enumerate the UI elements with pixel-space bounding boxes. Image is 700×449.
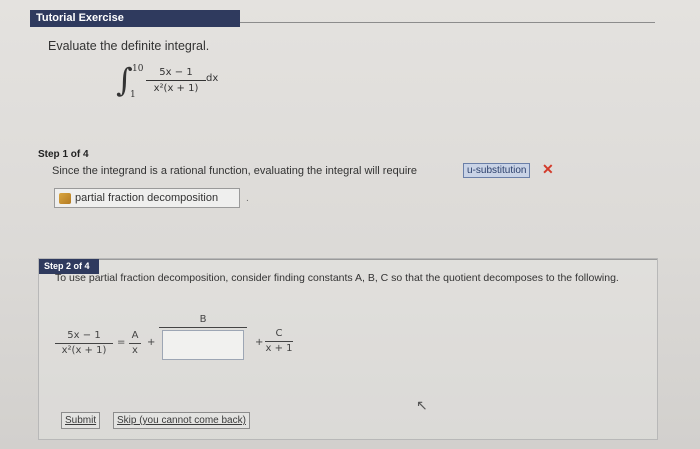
step1-answer-box[interactable]: u-substitution [463, 163, 531, 178]
plus-sign: + [255, 337, 264, 348]
plus-sign: + [147, 337, 156, 348]
equals-sign: = [117, 337, 126, 348]
header-rule [240, 22, 655, 23]
wrong-icon: ✕ [542, 161, 554, 177]
integral-expression: ∫ 10 1 5x − 1 x²(x + 1) dx [112, 62, 252, 104]
cursor-icon: ↖ [416, 397, 428, 413]
tutorial-header: Tutorial Exercise [30, 10, 240, 27]
integrand-denominator: x²(x + 1) [153, 83, 199, 94]
fraction-bar [265, 341, 293, 342]
a-denominator: x [132, 345, 138, 356]
integral-lower-limit: 1 [130, 90, 136, 100]
b-fraction: B [159, 314, 247, 360]
c-denominator: x + 1 [265, 343, 293, 354]
step1-text: Since the integrand is a rational functi… [52, 165, 418, 177]
step1-label: Step 1 of 4 [38, 149, 89, 160]
submit-button[interactable]: Submit [61, 412, 101, 429]
b-numerator: B [199, 314, 207, 325]
step2-panel: Step 2 of 4 To use partial fraction deco… [38, 258, 658, 440]
pencil-icon [59, 193, 71, 204]
decomposition-equation: 5x − 1 x²(x + 1) = A x + B + C x + 1 [55, 314, 635, 364]
lhs-numerator: 5x − 1 [67, 330, 101, 341]
step2-text: To use partial fraction decomposition, c… [55, 272, 619, 284]
integrand-numerator: 5x − 1 [159, 67, 193, 78]
trailing-period: . [246, 193, 249, 204]
c-fraction: C x + 1 [265, 328, 293, 355]
integrand-fraction: 5x − 1 x²(x + 1) [146, 66, 206, 95]
exercise-prompt: Evaluate the definite integral. [48, 39, 210, 53]
step2-rule [99, 259, 657, 260]
integral-upper-limit: 10 [132, 64, 144, 74]
b-denominator-input[interactable] [162, 330, 244, 360]
fraction-bar [129, 343, 141, 344]
fraction-bar [55, 343, 113, 344]
lhs-denominator: x²(x + 1) [61, 345, 107, 356]
integral-differential: dx [206, 73, 219, 84]
c-numerator: C [275, 328, 283, 339]
fraction-bar [146, 80, 206, 81]
correct-answer-text: partial fraction decomposition [75, 192, 219, 204]
step1-correct-answer: partial fraction decomposition [54, 188, 240, 208]
skip-button[interactable]: Skip (you cannot come back) [113, 412, 250, 429]
lhs-fraction: 5x − 1 x²(x + 1) [55, 330, 113, 357]
a-fraction: A x [129, 330, 141, 357]
a-numerator: A [131, 330, 139, 341]
fraction-bar [159, 327, 247, 328]
